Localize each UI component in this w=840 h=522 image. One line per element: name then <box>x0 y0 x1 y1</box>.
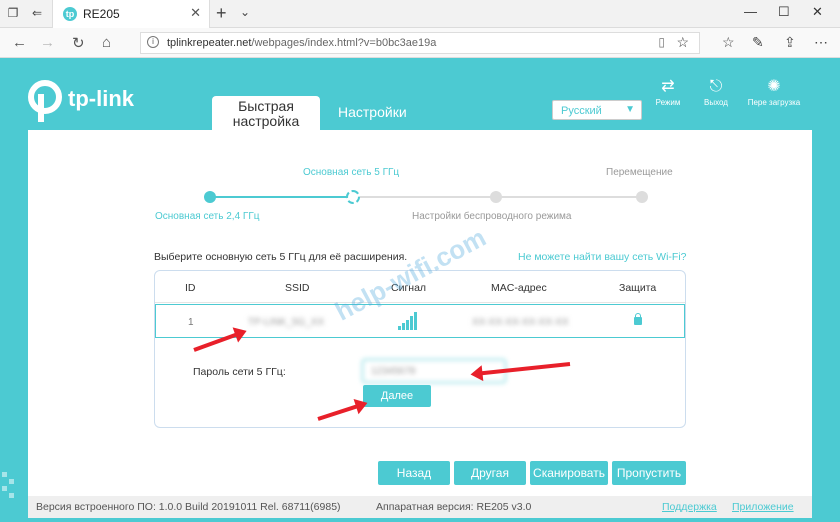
browser-nav-bar: ← → ↻ ⌂ i tplinkrepeater.net/webpages/in… <box>0 28 840 58</box>
progress-line-done <box>210 196 354 198</box>
network-table: ID SSID Сигнал MAC-адрес Защита 1 TP-LIN… <box>154 270 686 428</box>
reboot-button[interactable]: ✺ Пере загрузка <box>744 78 804 107</box>
scan-button[interactable]: Сканировать <box>530 461 608 485</box>
other-button[interactable]: Другая <box>454 461 526 485</box>
logout-label: Выход <box>704 98 728 107</box>
language-select[interactable]: Русский ▼ <box>552 100 642 120</box>
logout-button[interactable]: ⎋ Выход <box>686 78 746 107</box>
minimize-button[interactable]: — <box>744 4 757 19</box>
share-icon[interactable]: ⇪ <box>784 34 796 51</box>
reboot-label: Пере загрузка <box>747 98 801 107</box>
tab-list-chevron-icon[interactable]: ⌄ <box>240 5 250 19</box>
app-link[interactable]: Приложение <box>732 501 794 513</box>
column-ssid: SSID <box>285 282 310 294</box>
more-menu-icon[interactable]: ⋯ <box>814 34 828 51</box>
corner-decoration <box>0 470 24 522</box>
tab-actions-icon[interactable]: ❐ <box>6 6 20 20</box>
browser-tab-bar: ❐ ⇐ tp RE205 ✕ + ⌄ — ☐ ✕ <box>0 0 840 28</box>
progress-steps: Основная сеть 2,4 ГГц Основная сеть 5 ГГ… <box>28 130 812 230</box>
info-icon[interactable]: i <box>147 36 159 48</box>
lock-icon <box>634 313 642 325</box>
home-icon[interactable]: ⌂ <box>102 34 111 51</box>
signal-strength-icon <box>398 312 420 330</box>
pen-icon[interactable]: ✎ <box>752 34 764 51</box>
browser-tab[interactable]: tp RE205 ✕ <box>52 0 210 28</box>
select-network-prompt: Выберите основную сеть 5 ГГц для её расш… <box>154 251 408 263</box>
step-label-3: Настройки беспроводного режима <box>412 211 572 222</box>
step-label-1: Основная сеть 2,4 ГГц <box>155 211 260 222</box>
tp-link-logo: tp-link <box>28 80 138 122</box>
close-window-button[interactable]: ✕ <box>812 4 823 20</box>
logout-icon: ⎋ <box>709 78 723 95</box>
row-mac: XX-XX-XX-XX-XX-XX <box>472 317 569 328</box>
back-button[interactable]: Назад <box>378 461 450 485</box>
tab-settings[interactable]: Настройки <box>338 104 407 120</box>
step-dot-3 <box>490 191 502 203</box>
row-ssid: TP-LINK_5G_XX <box>248 317 325 328</box>
tab-title: RE205 <box>83 7 120 21</box>
favorite-star-icon[interactable]: ☆ <box>676 34 689 51</box>
tab-quick-setup[interactable]: Быстрая настройка <box>212 96 320 130</box>
tp-favicon-icon: tp <box>63 7 77 21</box>
url-text: tplinkrepeater.net/webpages/index.html?v… <box>167 37 437 49</box>
step-label-2: Основная сеть 5 ГГц <box>303 167 400 178</box>
language-value: Русский <box>561 105 602 117</box>
cant-find-network-link[interactable]: Не можете найти вашу сеть Wi-Fi? <box>518 251 687 263</box>
skip-button[interactable]: Пропустить <box>612 461 686 485</box>
step-label-4: Перемещение <box>606 167 673 178</box>
logo-text: tp-link <box>68 86 134 111</box>
next-button[interactable]: Далее <box>363 385 431 407</box>
step-dot-1 <box>204 191 216 203</box>
column-id: ID <box>185 282 196 294</box>
tab-close-icon[interactable]: ✕ <box>190 5 201 21</box>
maximize-button[interactable]: ☐ <box>778 4 790 20</box>
password-label: Пароль сети 5 ГГц: <box>193 366 286 378</box>
column-security: Защита <box>619 282 657 294</box>
content-panel: Основная сеть 2,4 ГГц Основная сеть 5 ГГ… <box>28 130 812 496</box>
address-bar[interactable]: i tplinkrepeater.net/webpages/index.html… <box>140 32 700 54</box>
refresh-icon[interactable]: ↻ <box>72 34 85 52</box>
row-id: 1 <box>188 317 194 328</box>
column-mac: MAC-адрес <box>491 282 547 294</box>
back-arrow-icon[interactable]: ← <box>12 34 27 51</box>
favorites-list-icon[interactable]: ☆ <box>722 34 735 51</box>
firmware-version: Версия встроенного ПО: 1.0.0 Build 20191… <box>36 501 341 513</box>
support-link[interactable]: Поддержка <box>662 501 717 513</box>
chevron-down-icon: ▼ <box>625 104 635 115</box>
step-dot-2-current <box>346 190 360 204</box>
reboot-icon: ✺ <box>767 78 781 95</box>
new-tab-button[interactable]: + <box>216 3 227 24</box>
forward-arrow-icon[interactable]: → <box>40 34 55 51</box>
footer: Версия встроенного ПО: 1.0.0 Build 20191… <box>28 496 812 518</box>
back-tabs-icon[interactable]: ⇐ <box>30 6 44 20</box>
tp-link-mark-icon <box>28 80 62 122</box>
reading-view-icon[interactable]: ▯ <box>658 35 665 49</box>
hardware-version: Аппаратная версия: RE205 v3.0 <box>376 501 532 513</box>
step-dot-4 <box>636 191 648 203</box>
